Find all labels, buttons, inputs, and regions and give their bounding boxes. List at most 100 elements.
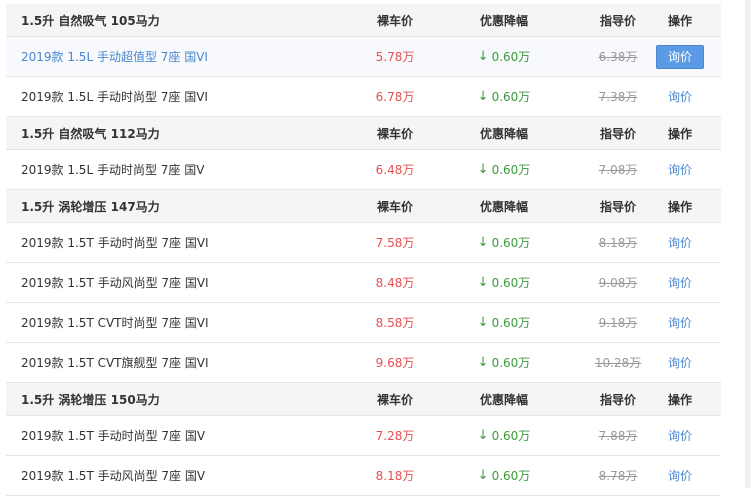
model-msrp: 10.28万: [594, 356, 642, 370]
group-title: 1.5升 涡轮增压 147马力: [21, 199, 160, 214]
action-cell: 询价: [656, 263, 704, 302]
table-row: 2019款 1.5T 手动风尚型 7座 国V 8.18万 ↓ 0.60万 8.78…: [6, 456, 721, 496]
model-price: 6.78万: [375, 90, 415, 104]
model-price: 6.48万: [375, 163, 415, 177]
arrow-down-icon: ↓: [477, 468, 489, 483]
group-title: 1.5升 自然吸气 105马力: [21, 13, 160, 28]
model-name: 2019款 1.5L 手动超值型 7座 国VI: [21, 50, 208, 64]
col-header-msrp: 指导价: [599, 392, 636, 407]
arrow-down-icon: ↓: [477, 315, 489, 330]
model-msrp: 6.38万: [598, 50, 638, 64]
model-name: 2019款 1.5T 手动风尚型 7座 国VI: [21, 276, 209, 290]
table-row: 2019款 1.5T CVT旗舰型 7座 国VI 9.68万 ↓ 0.60万 10…: [6, 343, 721, 383]
group-title: 1.5升 涡轮增压 150马力: [21, 392, 160, 407]
model-price: 9.68万: [375, 356, 415, 370]
col-header-price: 裸车价: [376, 199, 413, 214]
model-name: 2019款 1.5T 手动风尚型 7座 国V: [21, 469, 206, 483]
group-header: 1.5升 自然吸气 105马力 裸车价 优惠降幅 指导价 操作: [6, 4, 721, 37]
discount-value: 0.60万: [491, 429, 531, 443]
table-row: 2019款 1.5T CVT时尚型 7座 国VI 8.58万 ↓ 0.60万 9.…: [6, 303, 721, 343]
col-header-msrp: 指导价: [599, 199, 636, 214]
model-msrp-cell: 10.28万: [594, 343, 642, 382]
model-price: 7.28万: [375, 429, 415, 443]
model-price: 5.78万: [375, 50, 415, 64]
model-discount: ↓ 0.60万: [474, 303, 534, 342]
model-discount: ↓ 0.60万: [474, 77, 534, 116]
col-header-action: 操作: [667, 199, 692, 214]
table-row: 2019款 1.5T 手动时尚型 7座 国V 7.28万 ↓ 0.60万 7.88…: [6, 416, 721, 456]
inquiry-link[interactable]: 询价: [668, 274, 692, 291]
model-msrp-cell: 6.38万: [598, 37, 638, 76]
model-discount: ↓ 0.60万: [474, 37, 534, 76]
model-price: 8.48万: [375, 276, 415, 290]
model-price: 8.18万: [375, 469, 415, 483]
discount-value: 0.60万: [491, 316, 531, 330]
action-cell: 询价: [656, 416, 704, 455]
action-cell: 询价: [656, 77, 704, 116]
discount-value: 0.60万: [491, 50, 531, 64]
col-header-discount: 优惠降幅: [479, 126, 528, 141]
model-msrp: 8.78万: [598, 469, 638, 483]
model-name: 2019款 1.5L 手动时尚型 7座 国V: [21, 163, 205, 177]
action-cell: 询价: [656, 343, 704, 382]
arrow-down-icon: ↓: [477, 428, 489, 443]
action-cell: 询价: [656, 223, 704, 262]
arrow-down-icon: ↓: [477, 89, 489, 104]
col-header-action: 操作: [667, 126, 692, 141]
model-price: 7.58万: [375, 236, 415, 250]
model-name: 2019款 1.5L 手动时尚型 7座 国VI: [21, 90, 208, 104]
group-header: 1.5升 涡轮增压 150马力 裸车价 优惠降幅 指导价 操作: [6, 383, 721, 416]
action-cell: 询价: [656, 37, 704, 76]
table-row: 2019款 1.5L 手动时尚型 7座 国VI 6.78万 ↓ 0.60万 7.3…: [6, 77, 721, 117]
col-header-price: 裸车价: [376, 126, 413, 141]
table-row: 2019款 1.5T 手动时尚型 7座 国VI 7.58万 ↓ 0.60万 8.1…: [6, 223, 721, 263]
model-name: 2019款 1.5T 手动时尚型 7座 国V: [21, 429, 206, 443]
arrow-down-icon: ↓: [477, 275, 489, 290]
model-msrp-cell: 7.88万: [598, 416, 638, 455]
discount-value: 0.60万: [491, 469, 531, 483]
inquiry-link[interactable]: 询价: [668, 234, 692, 251]
table-row: 2019款 1.5L 手动时尚型 7座 国V 6.48万 ↓ 0.60万 7.08…: [6, 150, 721, 190]
action-cell: 询价: [656, 456, 704, 495]
scrollbar-track[interactable]: [745, 0, 750, 488]
group-header: 1.5升 自然吸气 112马力 裸车价 优惠降幅 指导价 操作: [6, 117, 721, 150]
inquiry-link[interactable]: 询价: [668, 88, 692, 105]
arrow-down-icon: ↓: [477, 162, 489, 177]
col-header-action: 操作: [667, 392, 692, 407]
model-discount: ↓ 0.60万: [474, 456, 534, 495]
inquiry-link[interactable]: 询价: [668, 427, 692, 444]
model-msrp-cell: 8.18万: [598, 223, 638, 262]
model-msrp: 7.88万: [598, 429, 638, 443]
col-header-msrp: 指导价: [599, 126, 636, 141]
col-header-action: 操作: [667, 13, 692, 28]
col-header-discount: 优惠降幅: [479, 392, 528, 407]
discount-value: 0.60万: [491, 236, 531, 250]
model-msrp-cell: 9.08万: [598, 263, 638, 302]
inquiry-link[interactable]: 询价: [668, 354, 692, 371]
inquiry-button[interactable]: 询价: [656, 44, 704, 69]
model-name: 2019款 1.5T CVT时尚型 7座 国VI: [21, 316, 209, 330]
discount-value: 0.60万: [491, 356, 531, 370]
discount-value: 0.60万: [491, 163, 531, 177]
action-cell: 询价: [656, 150, 704, 189]
col-header-price: 裸车价: [376, 13, 413, 28]
arrow-down-icon: ↓: [477, 355, 489, 370]
inquiry-link[interactable]: 询价: [668, 467, 692, 484]
model-msrp: 8.18万: [598, 236, 638, 250]
model-discount: ↓ 0.60万: [474, 416, 534, 455]
model-msrp: 7.38万: [598, 90, 638, 104]
model-msrp-cell: 7.08万: [598, 150, 638, 189]
arrow-down-icon: ↓: [477, 49, 489, 64]
model-discount: ↓ 0.60万: [474, 343, 534, 382]
price-table: 1.5升 自然吸气 105马力 裸车价 优惠降幅 指导价 操作 2019款 1.…: [6, 4, 721, 496]
inquiry-link[interactable]: 询价: [668, 314, 692, 331]
discount-value: 0.60万: [491, 276, 531, 290]
inquiry-link[interactable]: 询价: [668, 161, 692, 178]
model-msrp-cell: 7.38万: [598, 77, 638, 116]
table-row: 2019款 1.5T 手动风尚型 7座 国VI 8.48万 ↓ 0.60万 9.0…: [6, 263, 721, 303]
discount-value: 0.60万: [491, 90, 531, 104]
action-cell: 询价: [656, 303, 704, 342]
col-header-price: 裸车价: [376, 392, 413, 407]
col-header-msrp: 指导价: [599, 13, 636, 28]
table-row: 2019款 1.5L 手动超值型 7座 国VI 5.78万 ↓ 0.60万 6.3…: [6, 37, 721, 77]
